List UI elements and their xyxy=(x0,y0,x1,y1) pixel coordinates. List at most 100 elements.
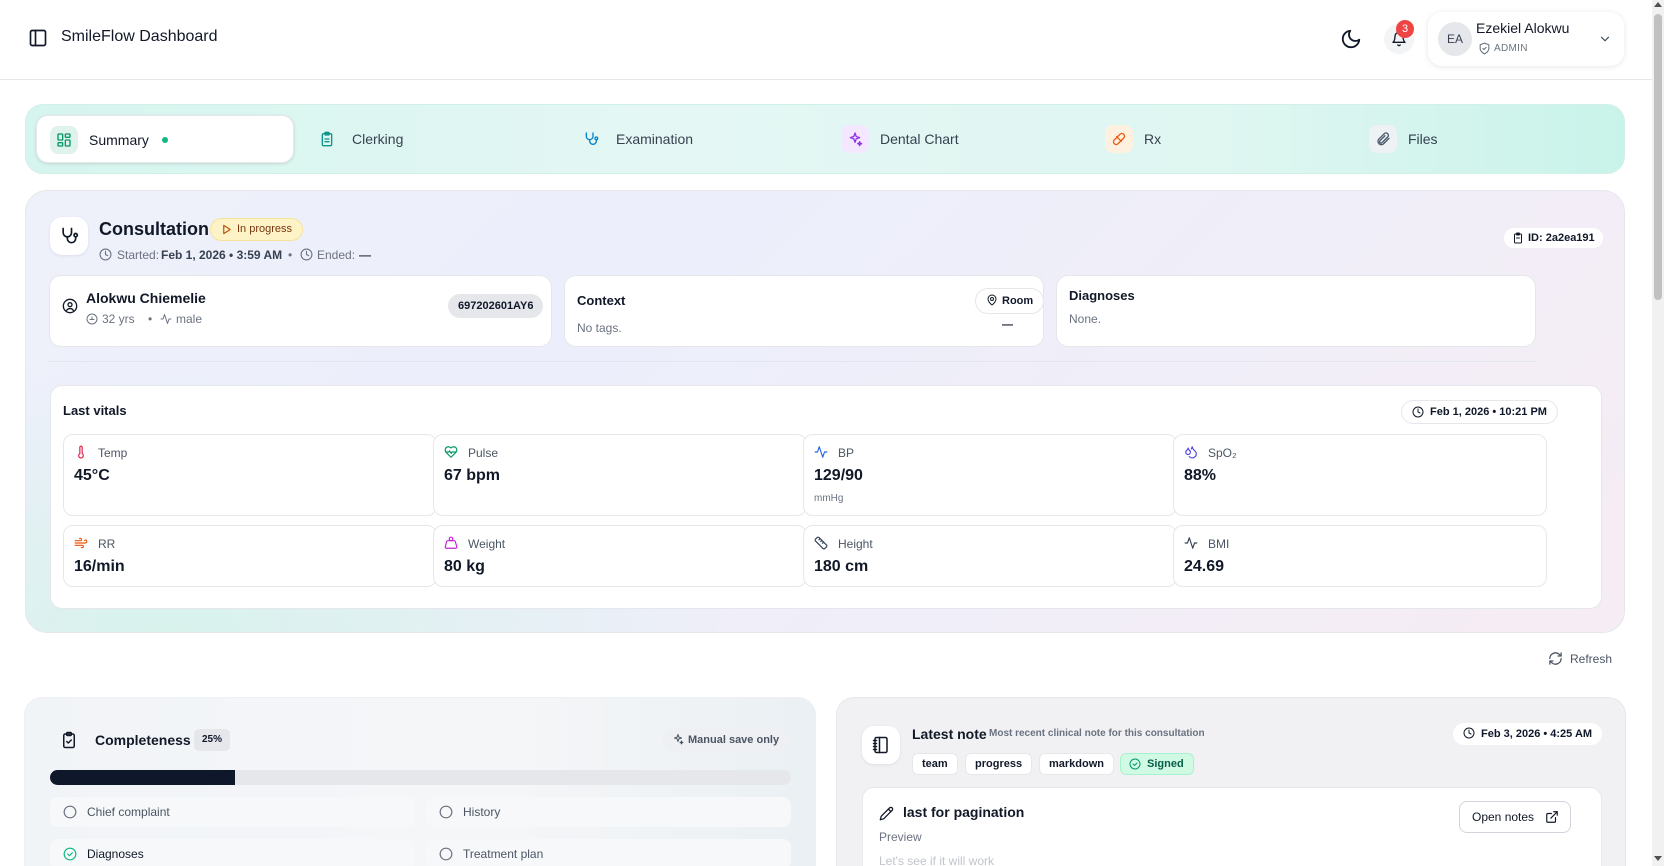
context-title: Context xyxy=(577,293,626,308)
vital-label: Weight xyxy=(468,537,506,551)
note-tag: markdown xyxy=(1039,753,1115,775)
weight-icon xyxy=(444,536,458,549)
checklist-item-diagnoses: Diagnoses xyxy=(50,839,415,866)
consultation-icon-box xyxy=(50,217,88,255)
consultation-panel: Consultation In progress Started: Feb 1,… xyxy=(25,190,1625,633)
page-scrollbar[interactable] xyxy=(1652,0,1664,866)
open-notes-button[interactable]: Open notes xyxy=(1459,801,1572,833)
completeness-percent-badge: 25% xyxy=(194,729,231,751)
tab-summary[interactable]: Summary xyxy=(36,115,294,163)
clipboard-check-icon xyxy=(63,731,75,749)
wind-icon xyxy=(74,537,88,549)
vital-bp: BP 129/90 mmHg xyxy=(803,434,1177,516)
active-dot xyxy=(162,137,168,143)
cake-icon xyxy=(86,313,98,325)
chevron-down-icon xyxy=(1600,36,1610,42)
ruler-icon xyxy=(814,536,828,550)
grid-icon xyxy=(57,133,71,147)
divider xyxy=(49,361,1536,362)
patient-id-badge: 697202601AY6 xyxy=(448,294,544,318)
started-label: Started: xyxy=(117,248,160,262)
avatar: EA xyxy=(1438,22,1472,56)
vital-weight: Weight 80 kg xyxy=(433,525,807,587)
clipboard-icon xyxy=(1514,232,1522,244)
activity-icon xyxy=(814,446,828,458)
meta-separator: • xyxy=(148,312,153,326)
ended-value: — xyxy=(359,248,371,262)
clock-icon xyxy=(99,248,112,261)
context-tags-text: No tags. xyxy=(577,321,622,335)
activity-icon xyxy=(160,314,172,324)
user-circle-icon xyxy=(62,298,78,314)
vital-bmi: BMI 24.69 xyxy=(1173,525,1547,587)
started-value: Feb 1, 2026 • 3:59 AM xyxy=(161,248,283,262)
notification-count-badge: 3 xyxy=(1396,20,1414,38)
circle-icon xyxy=(439,847,453,861)
scroll-down-arrow[interactable] xyxy=(1654,856,1662,861)
clock-icon xyxy=(300,248,313,261)
manual-save-badge: Manual save only xyxy=(662,728,790,752)
user-menu[interactable]: EA Ezekiel Alokwu ADMIN xyxy=(1428,12,1624,66)
sidebar-toggle-icon[interactable] xyxy=(28,28,48,48)
tab-rx[interactable]: Rx xyxy=(1092,115,1350,163)
consultation-title: Consultation xyxy=(99,219,209,239)
preview-label: Preview xyxy=(879,830,922,844)
diagnoses-title: Diagnoses xyxy=(1069,288,1135,303)
vital-label: BMI xyxy=(1208,537,1230,551)
dark-mode-toggle-icon[interactable] xyxy=(1340,28,1362,50)
patient-name: Alokwu Chiemelie xyxy=(86,290,206,306)
user-name: Ezekiel Alokwu xyxy=(1476,20,1570,36)
tab-dental-chart[interactable]: Dental Chart xyxy=(828,115,1086,163)
check-circle-icon xyxy=(63,847,77,861)
vital-label: Pulse xyxy=(468,446,499,460)
stethoscope-icon xyxy=(62,227,79,244)
vital-label: Temp xyxy=(98,446,128,460)
checklist-item-treatment-plan: Treatment plan xyxy=(426,839,791,866)
completeness-progress-bar xyxy=(50,770,791,785)
circle-icon xyxy=(63,805,77,819)
vital-value: 45°C xyxy=(74,467,110,484)
vital-label: RR xyxy=(98,537,116,551)
patient-sex: male xyxy=(176,312,203,326)
top-bar: SmileFlow Dashboard 3 EA Ezekiel Alokwu … xyxy=(0,0,1652,80)
vital-pulse: Pulse 67 bpm xyxy=(433,434,807,516)
pill-icon xyxy=(1112,132,1126,146)
heart-pulse-icon xyxy=(444,446,458,458)
checklist-item-chief-complaint: Chief complaint xyxy=(50,797,415,827)
sparkles-icon xyxy=(674,734,684,745)
paperclip-icon xyxy=(1377,132,1390,146)
tab-files[interactable]: Files xyxy=(1356,115,1614,163)
scroll-thumb[interactable] xyxy=(1654,14,1662,300)
tab-label: Dental Chart xyxy=(880,131,959,147)
consultation-tabs: Summary Clerking Examination Dental Char… xyxy=(25,104,1625,174)
ended-label: Ended: xyxy=(317,248,356,262)
completeness-title: Completeness xyxy=(95,732,191,748)
scroll-up-arrow[interactable] xyxy=(1654,2,1662,7)
vital-height: Height 180 cm xyxy=(803,525,1177,587)
note-date-badge: Feb 3, 2026 • 4:25 AM xyxy=(1453,723,1603,745)
vital-value: 180 cm xyxy=(814,558,869,575)
signed-badge: Signed xyxy=(1120,753,1194,775)
note-tag: progress xyxy=(965,753,1033,775)
droplets-icon xyxy=(1185,446,1197,459)
last-vitals-card: Last vitals Feb 1, 2026 • 10:21 PM Temp … xyxy=(50,385,1602,609)
vital-label: Height xyxy=(838,537,873,551)
tab-examination[interactable]: Examination xyxy=(564,115,822,163)
note-icon-box xyxy=(862,726,900,764)
consultation-id-badge: ID: 2a2ea191 xyxy=(1504,228,1603,248)
latest-note-subtitle: Most recent clinical note for this consu… xyxy=(989,728,1205,739)
vital-unit: mmHg xyxy=(814,493,844,504)
tab-label: Summary xyxy=(89,132,149,148)
progress-fill xyxy=(50,770,236,785)
patient-age: 32 yrs xyxy=(102,312,135,326)
completeness-card: Completeness 25% Manual save only Chief … xyxy=(24,697,816,866)
refresh-button[interactable]: Refresh xyxy=(1548,652,1612,666)
patient-card: Alokwu Chiemelie 32 yrs • male 697202601… xyxy=(49,275,552,347)
app-title: SmileFlow Dashboard xyxy=(61,28,218,45)
tab-clerking[interactable]: Clerking xyxy=(300,115,558,163)
tab-label: Rx xyxy=(1144,131,1162,147)
room-badge[interactable]: Room — xyxy=(975,288,1045,331)
activity-icon xyxy=(1184,537,1198,549)
external-link-icon xyxy=(1546,811,1558,823)
notebook-icon xyxy=(872,736,888,754)
